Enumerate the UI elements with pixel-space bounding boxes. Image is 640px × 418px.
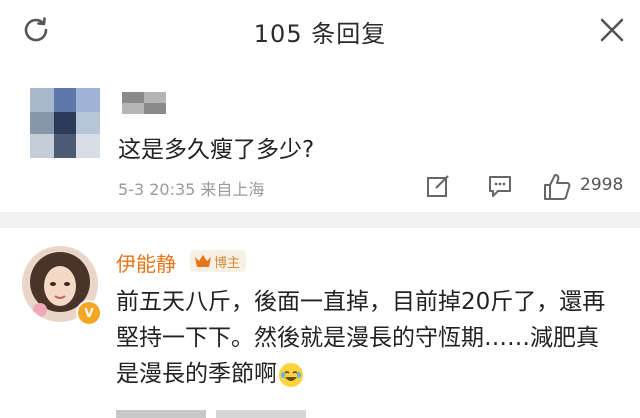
comment-icon[interactable] xyxy=(486,172,514,200)
comment-text: 前五天八斤，後面一直掉，目前掉20斤了，還再堅持一下下。然後就是漫長的守恆期……… xyxy=(116,284,616,392)
avatar[interactable] xyxy=(30,88,100,158)
comment-item: V 伊能静 博主 前五天八斤，後面一直掉，目前掉20斤了，還再堅持一下下。然後就… xyxy=(0,228,640,418)
verified-badge: V xyxy=(76,300,102,326)
comment-time: 5-3 20:35 xyxy=(118,180,196,199)
blogger-badge: 博主 xyxy=(190,250,247,272)
comment-meta: 5-3 20:35 来自上海 xyxy=(118,176,264,200)
comment-text-content: 前五天八斤，後面一直掉，目前掉20斤了，還再堅持一下下。然後就是漫長的守恆期……… xyxy=(116,289,606,387)
badge-label: 博主 xyxy=(214,255,241,271)
blurred-meta xyxy=(116,410,306,418)
crown-icon xyxy=(195,255,211,267)
section-divider xyxy=(0,212,640,228)
comment-source: 来自上海 xyxy=(200,180,265,199)
page-title: 105 条回复 xyxy=(253,20,387,48)
like-count: 2998 xyxy=(580,175,624,195)
comment-text: 这是多久瘦了多少? xyxy=(118,137,315,163)
reply-header: 105 条回复 xyxy=(0,0,640,63)
author-name[interactable]: 伊能静 xyxy=(116,248,176,277)
close-icon[interactable] xyxy=(596,14,628,46)
comment-item: 这是多久瘦了多少? 5-3 20:35 来自上海 2998 xyxy=(0,62,640,212)
like-icon[interactable] xyxy=(542,172,572,202)
share-icon[interactable] xyxy=(424,172,452,200)
laughing-emoji xyxy=(279,362,303,387)
blurred-username[interactable] xyxy=(122,92,166,114)
